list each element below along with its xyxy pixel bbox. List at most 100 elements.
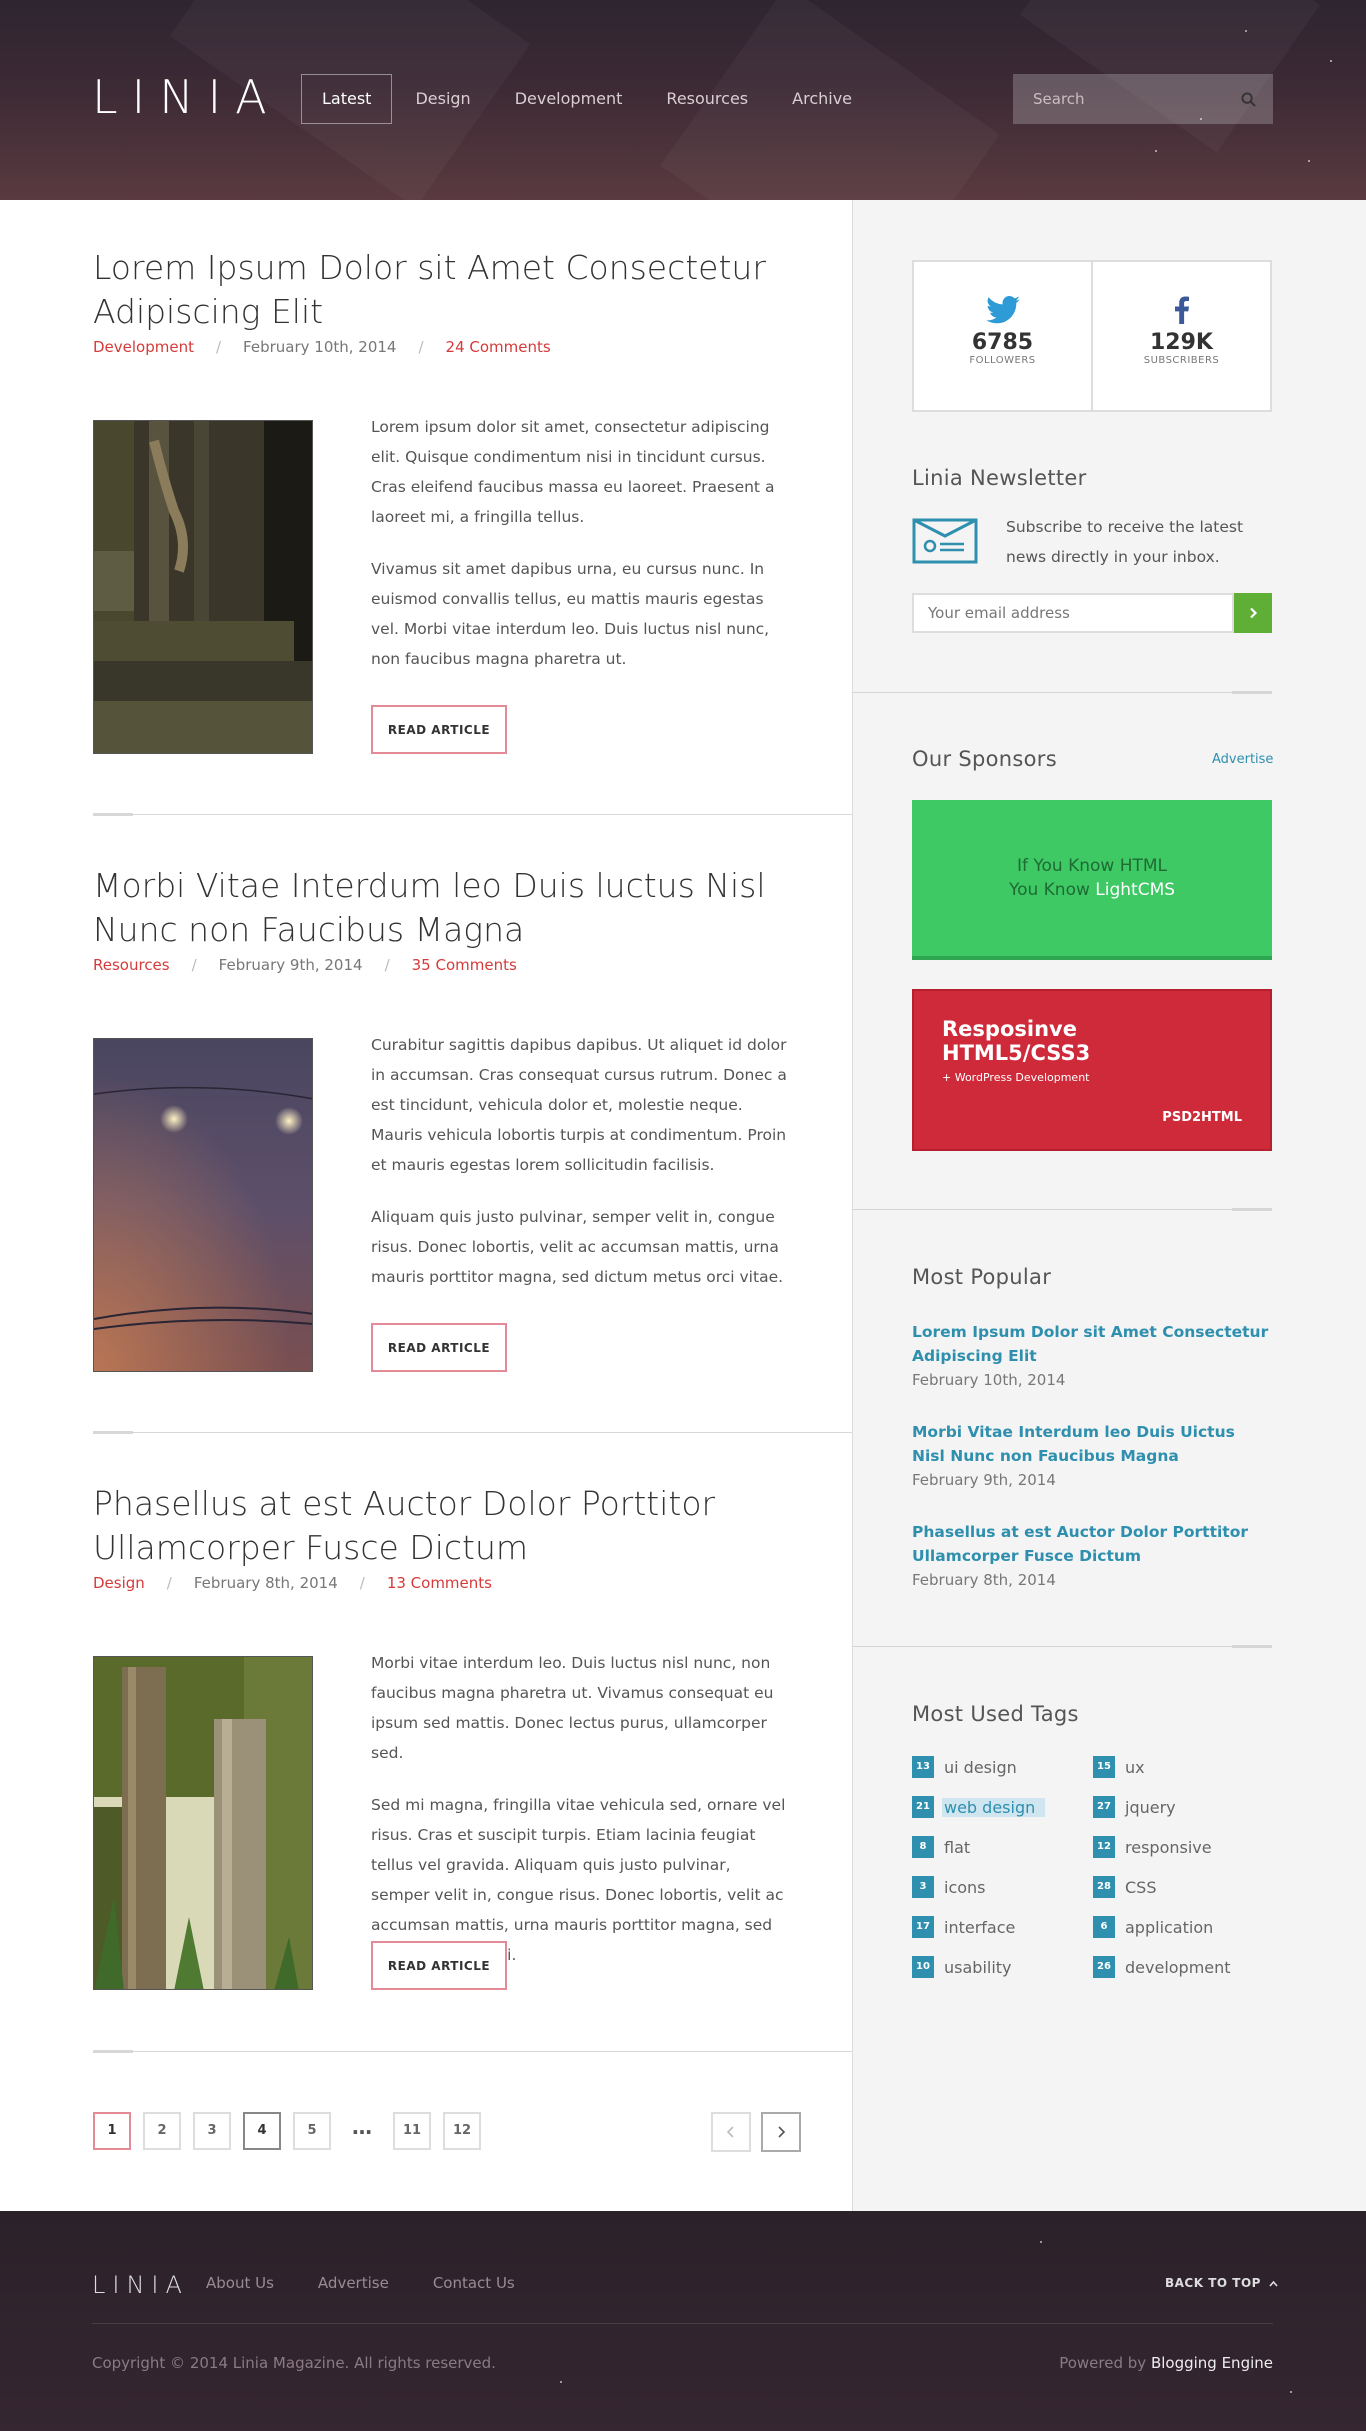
post-title[interactable]: Morbi Vitae Interdum leo Duis luctus Nis… <box>93 864 793 952</box>
back-to-top-button[interactable]: BACK TO TOP <box>1165 2276 1278 2290</box>
post-paragraph: Lorem ipsum dolor sit amet, consectetur … <box>371 418 775 526</box>
nav-item-development[interactable]: Development <box>494 74 644 124</box>
meta-separator: / <box>418 338 424 356</box>
post-title[interactable]: Phasellus at est Auctor Dolor Porttitor … <box>93 1482 793 1570</box>
nav-item-archive[interactable]: Archive <box>771 74 873 124</box>
sponsor-ad-psd2html[interactable]: Resposinve HTML5/CSS3 + WordPress Develop… <box>912 989 1272 1151</box>
tag-responsive[interactable]: 12 responsive <box>1093 1836 1212 1858</box>
facebook-counter[interactable]: 129K SUBSCRIBERS <box>1091 262 1270 410</box>
tag-count: 15 <box>1093 1756 1115 1778</box>
footer-link-advertise[interactable]: Advertise <box>318 2274 389 2292</box>
site-header: LINIA Latest Design Development Resource… <box>0 0 1366 200</box>
ad-line: If You Know HTML <box>1016 856 1168 876</box>
facebook-icon <box>1174 296 1189 324</box>
post-image[interactable] <box>93 1656 313 1990</box>
tag-name: web design <box>942 1797 1046 1817</box>
tag-jquery[interactable]: 27 jquery <box>1093 1796 1176 1818</box>
tag-usability[interactable]: 10 usability <box>912 1956 1012 1978</box>
star-decoration <box>1290 2391 1292 2393</box>
post-image[interactable] <box>93 1038 313 1372</box>
page-link-3[interactable]: 3 <box>193 2112 231 2150</box>
tag-interface[interactable]: 17 interface <box>912 1916 1015 1938</box>
ad-text: You Know <box>1008 880 1096 900</box>
footer-logo[interactable]: LINIA <box>92 2271 189 2299</box>
post-divider <box>93 1431 852 1434</box>
search-box <box>1013 74 1273 124</box>
footer-link-about[interactable]: About Us <box>206 2274 274 2292</box>
subscribe-button[interactable] <box>1234 593 1272 633</box>
tag-icons[interactable]: 3 icons <box>912 1876 986 1898</box>
post-title[interactable]: Lorem Ipsum Dolor sit Amet Consectetur A… <box>93 246 793 334</box>
newsletter-icon-wrap <box>912 518 978 568</box>
popular-link[interactable]: Morbi Vitae Interdum leo Duis Uictus Nis… <box>912 1420 1272 1468</box>
popular-link[interactable]: Lorem Ipsum Dolor sit Amet Consectetur A… <box>912 1320 1272 1368</box>
post-paragraph: Curabitur sagittis dapibus dapibus. Ut a… <box>371 1036 787 1174</box>
meta-separator: / <box>191 956 197 974</box>
post-comments[interactable]: 35 Comments <box>412 956 517 974</box>
newsletter-title: Linia Newsletter <box>912 466 1087 490</box>
next-page-button[interactable] <box>761 2112 801 2152</box>
popular-link[interactable]: Phasellus at est Auctor Dolor Porttitor … <box>912 1520 1272 1568</box>
advertise-link[interactable]: Advertise <box>1212 752 1273 767</box>
prev-page-button[interactable] <box>711 2112 751 2152</box>
popular-date: February 9th, 2014 <box>912 1471 1056 1489</box>
post-image-photo <box>94 421 312 753</box>
chevron-right-icon <box>778 2126 786 2138</box>
nav-item-design[interactable]: Design <box>394 74 491 124</box>
read-article-button[interactable]: READ ARTICLE <box>371 1941 507 1990</box>
page-link-12[interactable]: 12 <box>443 2112 481 2150</box>
tag-ux[interactable]: 15 ux <box>1093 1756 1145 1778</box>
post-comments[interactable]: 13 Comments <box>387 1574 492 1592</box>
read-article-button[interactable]: READ ARTICLE <box>371 1323 507 1372</box>
ad-title-line: Resposinve <box>942 1017 1077 1041</box>
chevron-up-icon <box>1269 2280 1278 2287</box>
read-article-button[interactable]: READ ARTICLE <box>371 705 507 754</box>
post-category[interactable]: Development <box>93 338 194 356</box>
post-paragraph: Aliquam quis justo pulvinar, semper veli… <box>371 1208 784 1286</box>
tag-name: ui design <box>944 1757 1017 1777</box>
tag-count: 12 <box>1093 1836 1115 1858</box>
popular-date: February 10th, 2014 <box>912 1371 1066 1389</box>
page-link-2[interactable]: 2 <box>143 2112 181 2150</box>
tag-count: 27 <box>1093 1796 1115 1818</box>
page-link-11[interactable]: 11 <box>393 2112 431 2150</box>
powered-prefix: Powered by <box>1059 2354 1151 2372</box>
page-link-4[interactable]: 4 <box>243 2112 281 2150</box>
powered-link[interactable]: Blogging Engine <box>1151 2354 1273 2372</box>
tag-count: 26 <box>1093 1956 1115 1978</box>
tag-count: 8 <box>912 1836 934 1858</box>
post-category[interactable]: Design <box>93 1574 145 1592</box>
footer-link-contact[interactable]: Contact Us <box>433 2274 515 2292</box>
twitter-counter[interactable]: 6785 FOLLOWERS <box>914 262 1091 410</box>
tag-css[interactable]: 28 CSS <box>1093 1876 1156 1898</box>
post-meta: Design / February 8th, 2014 / 13 Comment… <box>93 1574 852 1592</box>
post-category[interactable]: Resources <box>93 956 170 974</box>
sponsor-ad-lightcms[interactable]: If You Know HTML You Know LightCMS <box>912 800 1272 960</box>
tag-application[interactable]: 6 application <box>1093 1916 1213 1938</box>
search-button[interactable] <box>1223 74 1273 124</box>
post-image[interactable] <box>93 420 313 754</box>
ad-subtitle: + WordPress Development <box>942 1071 1090 1084</box>
ad-title: Resposinve HTML5/CSS3 <box>942 1017 1090 1065</box>
sidebar-divider <box>852 691 1272 694</box>
email-field[interactable] <box>912 593 1234 633</box>
search-input[interactable] <box>1013 74 1223 124</box>
nav-item-latest[interactable]: Latest <box>301 74 393 124</box>
twitter-icon <box>985 296 1020 324</box>
pagination-arrows <box>701 2112 801 2152</box>
nav-item-resources[interactable]: Resources <box>645 74 769 124</box>
post-excerpt: Lorem ipsum dolor sit amet, consectetur … <box>371 412 791 696</box>
page-link-1[interactable]: 1 <box>93 2112 131 2150</box>
tag-flat[interactable]: 8 flat <box>912 1836 970 1858</box>
sidebar <box>852 200 1366 2211</box>
site-logo[interactable]: LINIA <box>92 74 281 120</box>
star-decoration <box>1245 30 1247 32</box>
tag-web-design[interactable]: 21 web design <box>912 1796 1046 1818</box>
twitter-count: 6785 <box>971 330 1034 355</box>
tag-ui-design[interactable]: 13 ui design <box>912 1756 1017 1778</box>
ad-line: You Know LightCMS <box>1009 878 1175 902</box>
tag-development[interactable]: 26 development <box>1093 1956 1231 1978</box>
star-decoration <box>1308 160 1310 162</box>
page-link-5[interactable]: 5 <box>293 2112 331 2150</box>
post-comments[interactable]: 24 Comments <box>446 338 551 356</box>
